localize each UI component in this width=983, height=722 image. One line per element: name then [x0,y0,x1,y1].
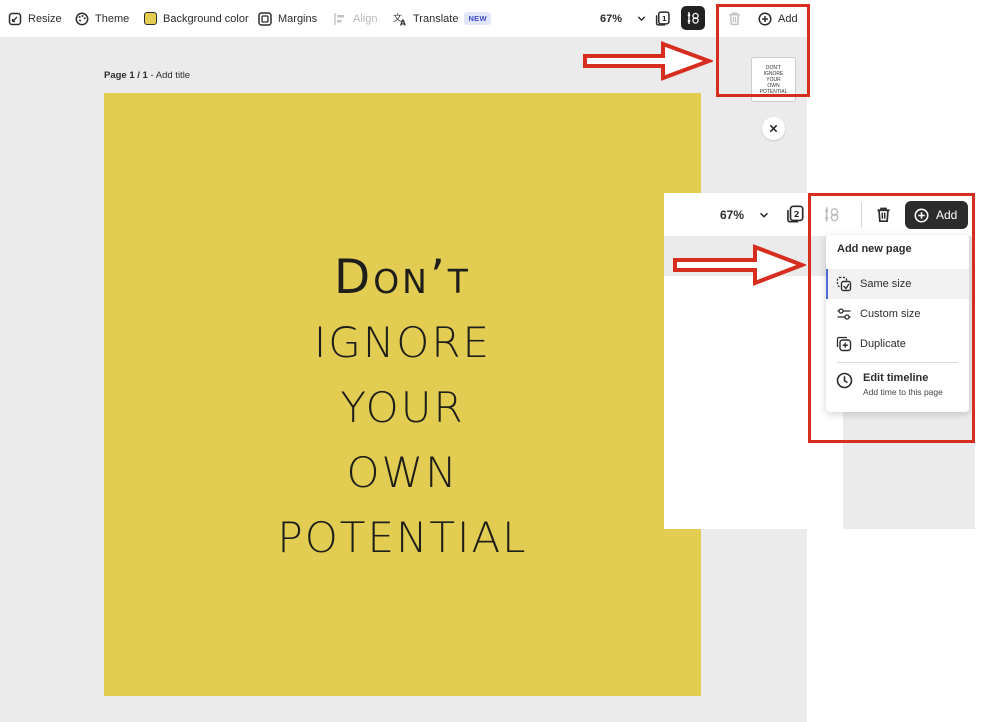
pages-icon: 1 [655,11,670,26]
callout-arrow-icon [583,41,713,81]
zoom-value: 67% [600,12,623,25]
chevron-down-icon [760,212,769,218]
translate-icon: 文A [393,12,406,26]
resize-label: Resize [28,12,62,25]
poster-line: your [340,383,465,432]
palette-icon [75,12,89,25]
translate-label: Translate [413,12,459,25]
align-label: Align [353,12,378,25]
page-number: Page 1 / 1 [104,70,148,81]
resize-button[interactable]: Resize [8,0,62,37]
color-swatch-icon [144,12,157,25]
translate-button[interactable]: 文A Translate NEW [393,0,491,37]
callout-arrow-icon [673,244,806,286]
margins-icon [258,11,272,26]
page-title[interactable]: Page 1 / 1 - Add title [104,70,190,81]
artboard[interactable]: Don’t ignore your own potential [104,93,701,696]
svg-text:A: A [400,18,406,26]
close-icon [769,124,778,133]
poster-line: potential [277,513,528,562]
margins-label: Margins [278,12,318,25]
inset-pages-button[interactable]: 2 [786,205,804,228]
pages-icon: 2 [787,205,804,223]
poster-line: ignore [313,318,492,367]
inset-zoom-dropdown[interactable]: 67% [720,193,770,236]
timeline-toggle-button[interactable] [681,6,705,30]
new-badge: NEW [464,12,491,25]
background-color-label: Background color [163,12,249,25]
inset-page-count: 2 [794,209,800,219]
top-toolbar: Resize Theme Background color Margins Al… [0,0,807,37]
margins-button[interactable]: Margins [258,0,317,37]
poster-text[interactable]: Don’t ignore your own potential [104,93,701,696]
highlight-box-menu [808,193,975,443]
highlight-box-toolbar [716,4,810,97]
theme-label: Theme [95,12,130,25]
align-button[interactable]: Align [333,0,377,37]
chevron-down-icon [637,16,646,22]
close-button[interactable] [762,117,785,140]
poster-line: own [346,448,459,497]
background-color-button[interactable]: Background color [144,0,249,37]
zoom-dropdown[interactable]: 67% [600,0,647,37]
timeline-icon [687,12,699,24]
page-count: 1 [662,15,667,23]
add-title-link[interactable]: - Add title [148,70,190,81]
pages-button[interactable]: 1 [655,0,670,37]
inset-zoom-value: 67% [720,207,745,222]
resize-icon [8,12,22,25]
align-icon [334,12,344,25]
theme-button[interactable]: Theme [75,0,129,37]
poster-line: Don’t [334,250,471,305]
